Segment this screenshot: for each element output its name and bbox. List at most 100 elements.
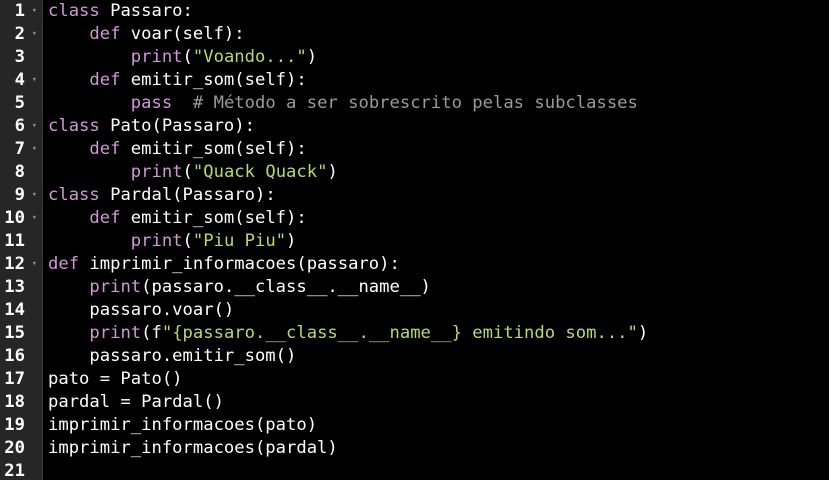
line-number-label: 17 <box>4 369 25 389</box>
line-number: 20 <box>0 437 42 460</box>
code-token: imprimir_informacoes(pato) <box>48 415 318 435</box>
keyword-token: def <box>48 254 80 274</box>
keyword-token: class <box>48 116 100 136</box>
code-token: (passaro.__class__.__name__) <box>141 277 431 297</box>
code-token: pato = Pato() <box>48 369 183 389</box>
code-line[interactable]: class Pato(Passaro): <box>43 115 829 138</box>
code-token: Pato(Passaro): <box>99 116 255 136</box>
code-line[interactable]: class Pardal(Passaro): <box>43 184 829 207</box>
code-token: Passaro: <box>99 1 193 21</box>
code-line[interactable]: def emitir_som(self): <box>43 69 829 92</box>
line-number: 8 <box>0 161 42 184</box>
code-token: ( <box>182 47 193 67</box>
chevron-down-icon[interactable]: ▾ <box>32 207 37 230</box>
line-number: 10 ▾ <box>0 207 42 230</box>
code-editor[interactable]: 1 ▾ 2 ▾ 3 4 ▾ 5 6 ▾ 7 ▾ 8 9 ▾ 10 ▾ 11 12 ▾ 13 14 15 16 17 18 19 20 2… <box>0 0 829 480</box>
code-token: passaro.emitir_som() <box>48 346 297 366</box>
code-line[interactable]: def emitir_som(self): <box>43 138 829 161</box>
chevron-down-icon[interactable]: ▾ <box>32 0 37 23</box>
code-line[interactable]: passaro.emitir_som() <box>43 345 829 368</box>
line-number-label: 11 <box>4 231 25 251</box>
code-area[interactable]: class Passaro: def voar(self): print("Vo… <box>43 0 829 480</box>
code-token: emitir_som(self): <box>120 139 307 159</box>
line-number: 3 <box>0 46 42 69</box>
builtin-token: print <box>89 323 142 343</box>
line-number: 9 ▾ <box>0 184 42 207</box>
string-token: "Voando..." <box>192 47 307 67</box>
line-number-label: 3 <box>14 47 25 67</box>
code-token: ) <box>306 47 318 67</box>
line-number-label: 5 <box>14 93 25 113</box>
line-number: 11 <box>0 230 42 253</box>
chevron-down-icon[interactable]: ▾ <box>32 184 37 207</box>
line-number: 19 <box>0 414 42 437</box>
builtin-token: print <box>130 162 183 182</box>
code-line[interactable]: class Passaro: <box>43 0 829 23</box>
line-number-label: 16 <box>4 346 25 366</box>
string-token: "Quack Quack" <box>192 162 328 182</box>
code-line[interactable]: def voar(self): <box>43 23 829 46</box>
code-token: ( <box>182 162 193 182</box>
chevron-down-icon[interactable]: ▾ <box>32 23 37 46</box>
line-number: 1 ▾ <box>0 0 42 23</box>
chevron-down-icon[interactable]: ▾ <box>32 138 37 161</box>
line-number: 18 <box>0 391 42 414</box>
code-token: passaro.voar() <box>48 300 235 320</box>
line-number-label: 2 <box>14 24 25 44</box>
line-number: 21 <box>0 460 42 480</box>
line-number: 16 <box>0 345 42 368</box>
line-number: 2 ▾ <box>0 23 42 46</box>
line-number: 13 <box>0 276 42 299</box>
code-token: Pardal(Passaro): <box>99 185 276 205</box>
line-number-gutter: 1 ▾ 2 ▾ 3 4 ▾ 5 6 ▾ 7 ▾ 8 9 ▾ 10 ▾ 11 12 ▾ 13 14 15 16 17 18 19 20 2… <box>0 0 43 480</box>
code-line[interactable]: print(f"{passaro.__class__.__name__} emi… <box>43 322 829 345</box>
line-number-label: 7 <box>14 139 25 159</box>
builtin-token: print <box>89 277 142 297</box>
line-number: 5 <box>0 92 42 115</box>
chevron-down-icon[interactable]: ▾ <box>32 69 37 92</box>
code-line[interactable] <box>43 460 829 480</box>
keyword-token: class <box>48 185 100 205</box>
code-token: imprimir_informacoes(pardal) <box>48 438 338 458</box>
line-number-label: 8 <box>14 162 25 182</box>
code-token: voar(self): <box>120 24 245 44</box>
code-token: ) <box>327 162 338 182</box>
chevron-down-icon[interactable]: ▾ <box>32 253 37 276</box>
line-number-label: 4 <box>14 70 25 90</box>
code-line[interactable]: pass # Método a ser sobrescrito pelas su… <box>43 92 829 115</box>
code-line[interactable]: passaro.voar() <box>43 299 829 322</box>
code-line[interactable]: print(passaro.__class__.__name__) <box>43 276 829 299</box>
code-line[interactable]: pardal = Pardal() <box>43 391 829 414</box>
line-number-label: 14 <box>4 300 25 320</box>
code-line[interactable]: imprimir_informacoes(pato) <box>43 414 829 437</box>
code-token: (f <box>141 323 162 343</box>
line-number: 17 <box>0 368 42 391</box>
keyword-token: def <box>89 208 121 228</box>
code-line[interactable]: print("Quack Quack") <box>43 161 829 184</box>
line-number-label: 19 <box>4 415 25 435</box>
code-line[interactable]: imprimir_informacoes(pardal) <box>43 437 829 460</box>
string-token: "Piu Piu" <box>192 231 287 251</box>
code-token: imprimir_informacoes(passaro): <box>79 254 400 274</box>
code-line[interactable]: print("Voando...") <box>43 46 829 69</box>
code-token: ) <box>286 231 297 251</box>
chevron-down-icon[interactable]: ▾ <box>32 115 37 138</box>
code-line[interactable]: print("Piu Piu") <box>43 230 829 253</box>
line-number: 12 ▾ <box>0 253 42 276</box>
code-line[interactable]: pato = Pato() <box>43 368 829 391</box>
builtin-token: print <box>130 47 183 67</box>
code-token: ) <box>637 323 649 343</box>
code-line[interactable]: def emitir_som(self): <box>43 207 829 230</box>
code-line[interactable]: def imprimir_informacoes(passaro): <box>43 253 829 276</box>
line-number: 6 ▾ <box>0 115 42 138</box>
line-number-label: 13 <box>4 277 25 297</box>
